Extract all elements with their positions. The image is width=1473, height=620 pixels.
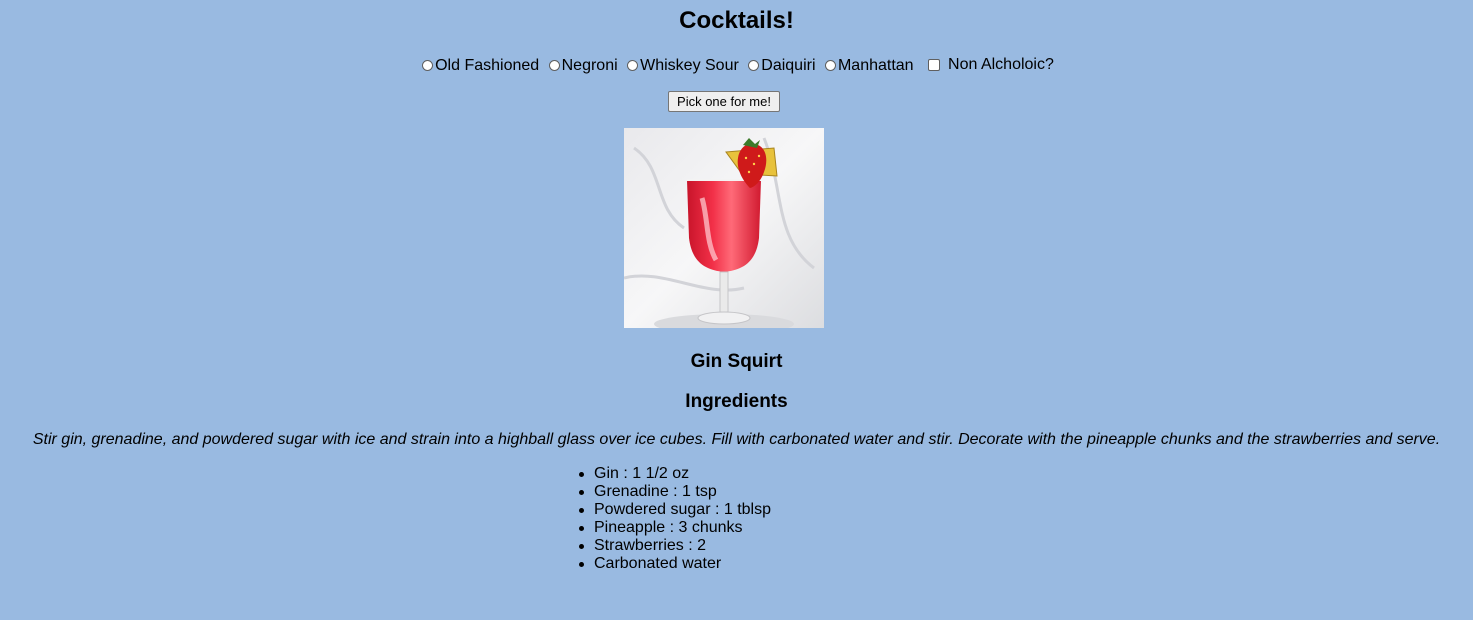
radio-option-negroni[interactable]: Negroni [546,57,618,75]
non-alcoholic-option[interactable]: Non Alcholoic? [920,56,1054,74]
cocktail-image [624,128,824,328]
radio-label: Whiskey Sour [640,56,739,74]
radio-label: Daiquiri [761,56,816,74]
ingredient-item: Powdered sugar : 1 tblsp [579,501,771,518]
page-title: Cocktails! [679,7,794,34]
radio-button[interactable] [548,60,560,71]
ingredient-item: Pineapple : 3 chunks [579,519,771,537]
radio-option-manhattan[interactable]: Manhattan [822,57,914,75]
radio-button[interactable] [627,60,639,71]
ingredient-item: Carbonated water [579,555,771,573]
radio-option-daiquiri[interactable]: Daiquiri [745,56,816,75]
ingredient-item: Grenadine : 1 tsp [579,483,771,501]
ingredient-item: Gin : 1 1/2 oz [579,465,771,483]
checkbox-label: Non Alcholoic? [948,56,1054,73]
cocktail-options: Old Fashioned Negroni Whiskey Sour Daiqu… [0,56,1473,76]
radio-label: Manhattan [837,56,914,74]
radio-button[interactable] [422,60,434,71]
radio-label: Negroni [561,56,618,74]
non-alcoholic-checkbox[interactable] [928,59,941,71]
ingredient-list: Gin : 1 1/2 oz Grenadine : 1 tsp Powdere… [579,465,771,573]
radio-label: Old Fashioned [435,56,540,74]
radio-option-whiskey-sour[interactable]: Whiskey Sour [624,57,739,75]
ingredients-heading: Ingredients [685,391,788,412]
pick-one-button[interactable]: Pick one for me! [668,91,780,112]
drink-instructions: Stir gin, grenadine, and powdered sugar … [32,431,1441,448]
radio-option-old-fashioned[interactable]: Old Fashioned [419,57,539,75]
drink-name: Gin Squirt [690,351,783,372]
radio-button[interactable] [748,60,760,71]
radio-button[interactable] [824,60,836,71]
ingredient-item: Strawberries : 2 [579,537,771,555]
